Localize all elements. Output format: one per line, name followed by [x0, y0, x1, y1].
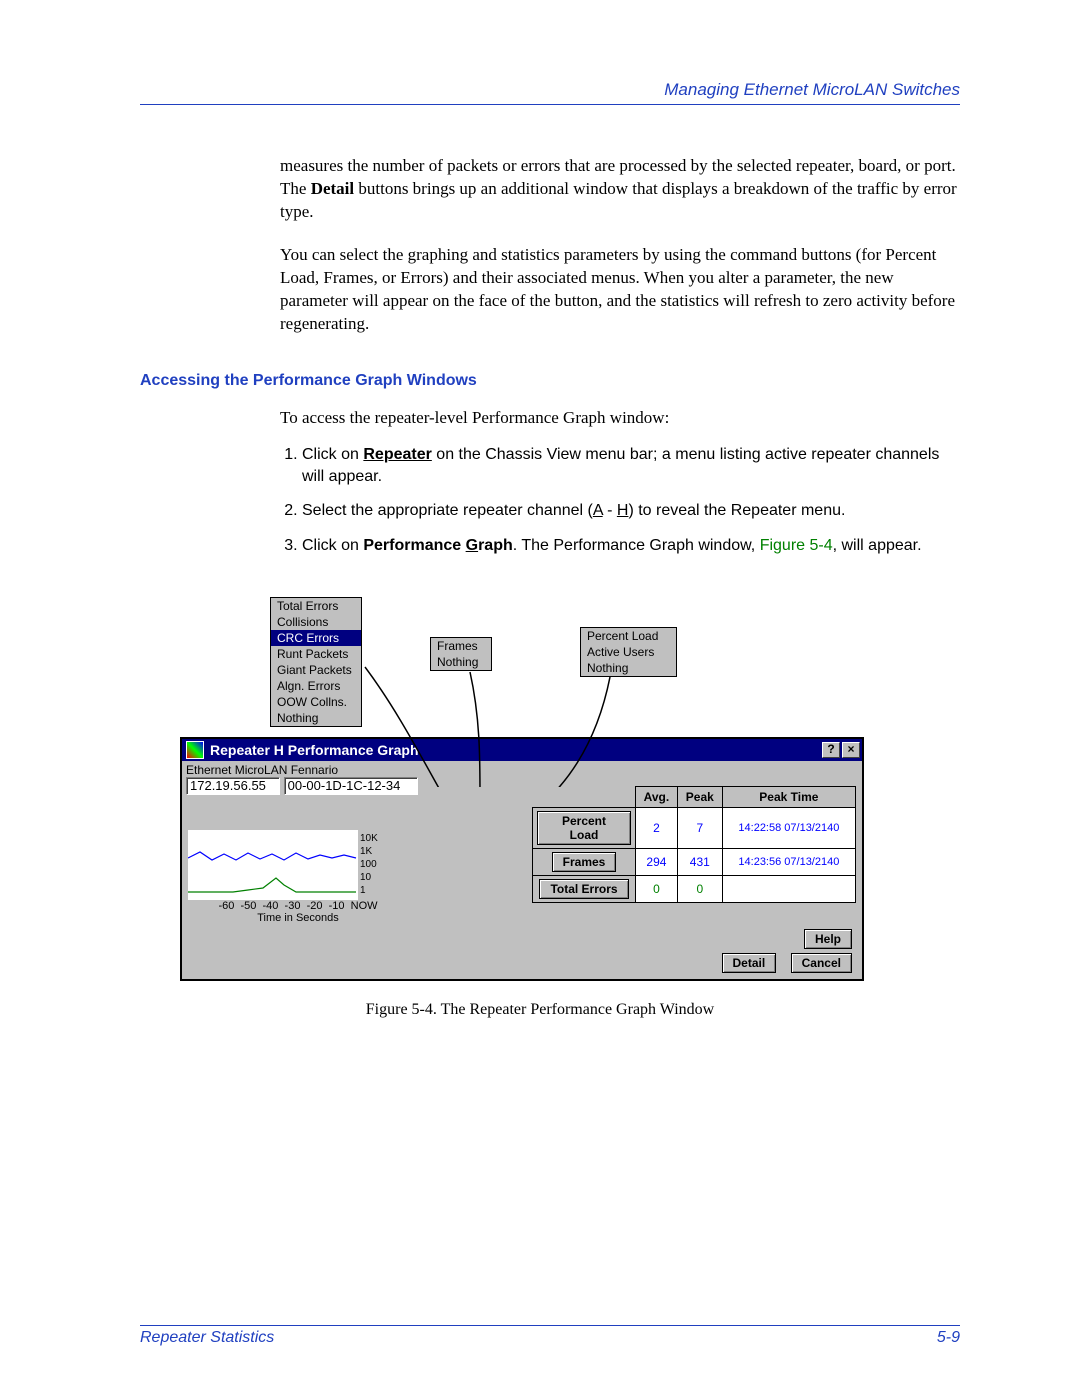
- page-footer: Repeater Statistics 5-9: [140, 1325, 960, 1347]
- help-button[interactable]: Help: [804, 929, 852, 949]
- detail-button[interactable]: Detail: [722, 953, 777, 973]
- table-row: Frames 294 431 14:23:56 07/13/2140: [533, 849, 856, 876]
- menu-item[interactable]: Nothing: [431, 654, 491, 670]
- device-name-label: Ethernet MicroLAN Fennario: [186, 763, 858, 777]
- section-heading: Accessing the Performance Graph Windows: [140, 372, 960, 390]
- app-icon: [186, 741, 204, 759]
- menu-item[interactable]: Total Errors: [271, 598, 361, 614]
- footer-left: Repeater Statistics: [140, 1329, 274, 1347]
- menu-item[interactable]: Percent Load: [581, 628, 676, 644]
- load-menu[interactable]: Percent Load Active Users Nothing: [580, 627, 677, 677]
- menu-item[interactable]: Collisions: [271, 614, 361, 630]
- window-buttons: Help Detail Cancel: [722, 925, 853, 973]
- page-header: Managing Ethernet MicroLAN Switches: [140, 80, 960, 105]
- menu-item-selected[interactable]: CRC Errors: [271, 630, 361, 646]
- paragraph-2: You can select the graphing and statisti…: [280, 244, 960, 336]
- frames-button[interactable]: Frames: [552, 852, 617, 872]
- close-icon[interactable]: ×: [842, 742, 860, 758]
- figure-link[interactable]: Figure 5-4: [760, 537, 833, 554]
- traffic-chart: 10K 1K 100 10 1 -60 -50 -40 -30 -20: [188, 830, 408, 924]
- errors-menu[interactable]: Total Errors Collisions CRC Errors Runt …: [270, 597, 362, 727]
- figure-caption: Figure 5-4. The Repeater Performance Gra…: [180, 1001, 900, 1019]
- x-axis-label: Time in Seconds: [188, 912, 408, 924]
- table-row: Percent Load 2 7 14:22:58 07/13/2140: [533, 808, 856, 849]
- header-title: Managing Ethernet MicroLAN Switches: [664, 80, 960, 99]
- help-icon[interactable]: ?: [822, 742, 840, 758]
- step-3: Click on Performance Graph. The Performa…: [302, 535, 960, 557]
- figure-5-4: Total Errors Collisions CRC Errors Runt …: [180, 597, 900, 1019]
- col-peaktime: Peak Time: [722, 787, 855, 808]
- total-errors-button[interactable]: Total Errors: [539, 879, 628, 899]
- footer-right: 5-9: [937, 1329, 960, 1347]
- menu-item[interactable]: Runt Packets: [271, 646, 361, 662]
- table-row: Total Errors 0 0: [533, 876, 856, 903]
- step-1: Click on Repeater on the Chassis View me…: [302, 444, 960, 489]
- paragraph-1: measures the number of packets or errors…: [280, 155, 960, 224]
- stats-table: Avg. Peak Peak Time Percent Load 2 7 14:…: [532, 786, 856, 903]
- mac-field: 00-00-1D-1C-12-34: [284, 777, 418, 795]
- col-avg: Avg.: [636, 787, 678, 808]
- titlebar[interactable]: Repeater H Performance Graph ? ×: [182, 739, 862, 761]
- ip-field: 172.19.56.55: [186, 777, 280, 795]
- x-ticks: -60 -50 -40 -30 -20 -10 NOW: [188, 900, 408, 912]
- step-list: Click on Repeater on the Chassis View me…: [280, 444, 960, 558]
- menu-item[interactable]: OOW Collns.: [271, 694, 361, 710]
- step-2: Select the appropriate repeater channel …: [302, 500, 960, 522]
- performance-graph-window: Repeater H Performance Graph ? × Etherne…: [180, 737, 864, 981]
- menu-item[interactable]: Giant Packets: [271, 662, 361, 678]
- cancel-button[interactable]: Cancel: [791, 953, 852, 973]
- percent-load-button[interactable]: Percent Load: [537, 811, 631, 845]
- menu-item[interactable]: Active Users: [581, 644, 676, 660]
- window-title: Repeater H Performance Graph: [210, 742, 419, 758]
- intro-text: To access the repeater-level Performance…: [280, 408, 960, 428]
- menu-item[interactable]: Frames: [431, 638, 491, 654]
- menu-item[interactable]: Algn. Errors: [271, 678, 361, 694]
- menu-item[interactable]: Nothing: [271, 710, 361, 726]
- col-peak: Peak: [677, 787, 722, 808]
- frames-menu[interactable]: Frames Nothing: [430, 637, 492, 671]
- menu-item[interactable]: Nothing: [581, 660, 676, 676]
